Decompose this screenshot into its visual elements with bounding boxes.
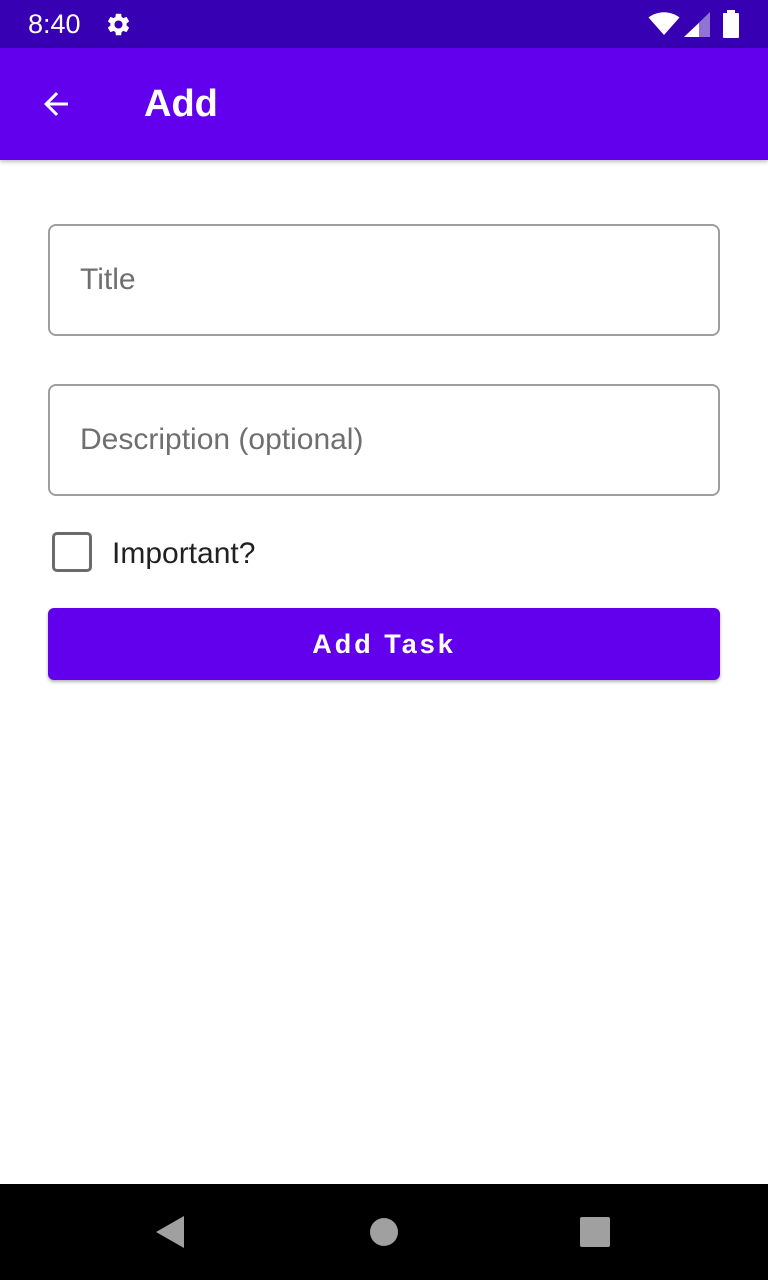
wifi-icon: [648, 12, 680, 35]
gear-icon: [107, 13, 130, 36]
recents-square-icon[interactable]: [580, 1217, 610, 1247]
back-triangle-icon[interactable]: [152, 1214, 188, 1250]
description-field: [48, 384, 720, 496]
page-title: Add: [144, 83, 218, 125]
cell-signal-icon: [684, 12, 710, 37]
battery-icon: [723, 10, 739, 38]
arrow-back-icon: [44, 92, 68, 116]
add-task-button[interactable]: Add Task: [48, 608, 720, 680]
important-checkbox-row[interactable]: Important?: [52, 532, 452, 576]
important-label: Important?: [112, 537, 256, 570]
home-circle-icon[interactable]: [368, 1216, 400, 1248]
app-bar: Add: [0, 48, 768, 160]
status-bar: 8:40: [0, 0, 768, 48]
important-checkbox[interactable]: [52, 532, 92, 572]
description-input[interactable]: [50, 386, 718, 494]
status-time: 8:40: [28, 9, 81, 39]
title-field: [48, 224, 720, 336]
title-input[interactable]: [50, 226, 718, 334]
system-nav-bar: [0, 1184, 768, 1280]
back-button[interactable]: [24, 72, 88, 136]
